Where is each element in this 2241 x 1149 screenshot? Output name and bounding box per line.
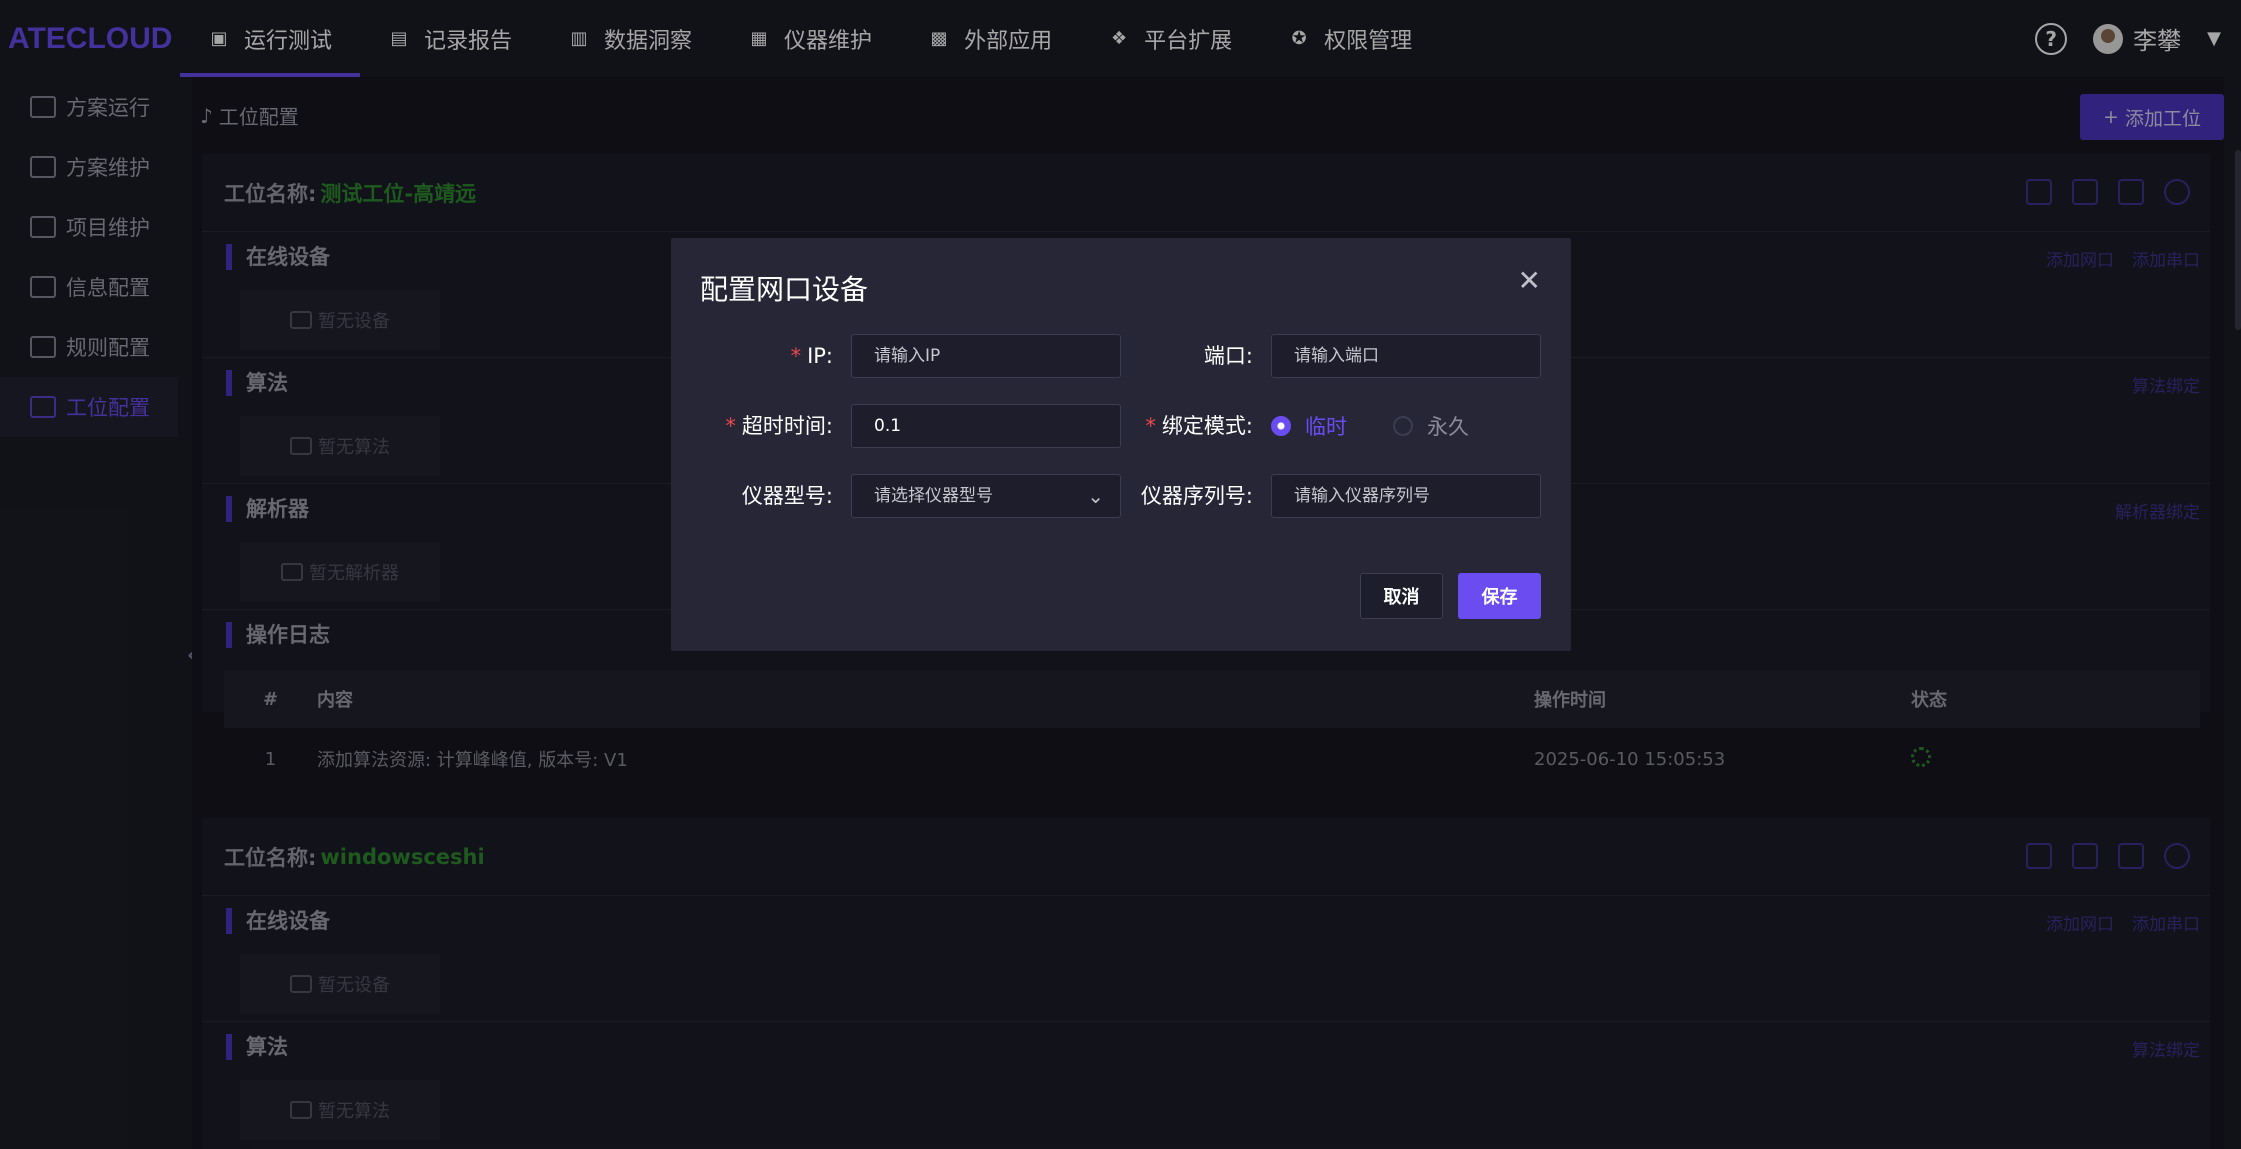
- form-row: * IP: 请输入IP 端口: 请输入端口: [671, 334, 1571, 378]
- close-icon[interactable]: ✕: [1518, 264, 1541, 297]
- radio-unchecked-icon: [1393, 416, 1413, 436]
- timeout-input[interactable]: 0.1: [851, 404, 1121, 448]
- radio-checked-icon: [1271, 416, 1291, 436]
- required-mark: *: [725, 414, 736, 438]
- ip-input[interactable]: 请输入IP: [851, 334, 1121, 378]
- bind-mode-radio-group: 临时 永久: [1271, 404, 1469, 448]
- form-row: 仪器型号: 请选择仪器型号 ⌄ 仪器序列号: 请输入仪器序列号: [671, 474, 1571, 518]
- required-mark: *: [1145, 414, 1156, 438]
- required-mark: *: [790, 344, 802, 368]
- ip-label-text: IP:: [807, 344, 833, 368]
- ip-label: * IP:: [671, 334, 833, 378]
- chevron-down-icon: ⌄: [1087, 484, 1104, 508]
- cancel-button[interactable]: 取消: [1360, 573, 1443, 619]
- ip-placeholder: 请输入IP: [874, 346, 941, 366]
- bind-mode-label-text: 绑定模式:: [1161, 414, 1253, 438]
- timeout-label-text: 超时时间:: [741, 414, 833, 438]
- model-placeholder: 请选择仪器型号: [874, 486, 993, 506]
- port-label: 端口:: [1203, 344, 1253, 368]
- bind-mode-temporary-radio[interactable]: 临时: [1271, 411, 1347, 441]
- config-network-device-dialog: 配置网口设备 ✕ * IP: 请输入IP 端口: 请输入端口 * 超时时间: 0.1…: [671, 238, 1571, 651]
- port-placeholder: 请输入端口: [1294, 346, 1379, 366]
- serial-input[interactable]: 请输入仪器序列号: [1271, 474, 1541, 518]
- timeout-value: 0.1: [874, 416, 902, 436]
- port-input[interactable]: 请输入端口: [1271, 334, 1541, 378]
- timeout-label: * 超时时间:: [671, 404, 833, 448]
- model-label: 仪器型号:: [741, 484, 833, 508]
- form-row: * 超时时间: 0.1 * 绑定模式: 临时 永久: [671, 404, 1571, 448]
- radio-label: 永久: [1427, 415, 1469, 439]
- bind-mode-label: * 绑定模式:: [1111, 404, 1253, 448]
- model-select[interactable]: 请选择仪器型号 ⌄: [851, 474, 1121, 518]
- serial-placeholder: 请输入仪器序列号: [1294, 486, 1430, 506]
- dialog-title: 配置网口设备: [700, 273, 869, 306]
- serial-label: 仪器序列号:: [1140, 484, 1253, 508]
- bind-mode-permanent-radio[interactable]: 永久: [1393, 411, 1469, 441]
- save-button[interactable]: 保存: [1458, 573, 1541, 619]
- radio-label: 临时: [1305, 415, 1347, 439]
